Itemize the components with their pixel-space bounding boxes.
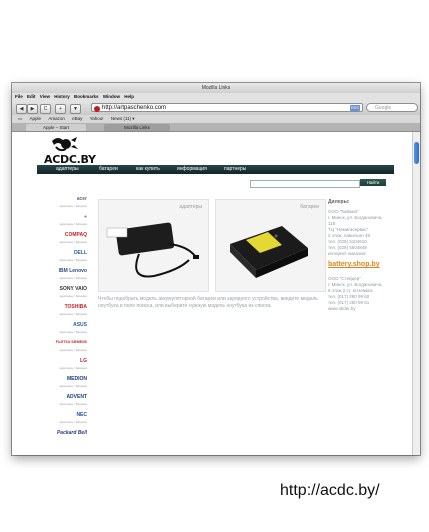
menu-help[interactable]: Help xyxy=(124,94,134,99)
address-text: http://artpaschenko.com xyxy=(102,105,167,111)
site-search-input[interactable] xyxy=(250,180,360,188)
dealers-panel: Дилеры: ООО "Кайамп" г. Минск, ул. Богда… xyxy=(328,199,392,312)
tab-mozilla-links[interactable]: Mozilla Links xyxy=(104,124,170,131)
brand-medion[interactable]: MEDION адаптеры \ батареи xyxy=(37,374,89,392)
card-title: батареи xyxy=(300,204,319,210)
brand-list: acer адаптеры \ батареи ● адаптеры \ батар… xyxy=(37,194,89,446)
tab-apple-start[interactable]: Apple – Start xyxy=(26,124,86,131)
nav-batteries[interactable]: батареи xyxy=(99,165,118,174)
brand-packard-bell[interactable]: Packard Bell xyxy=(37,428,89,446)
rss-icon[interactable]: RSS xyxy=(350,105,360,111)
brand-ibm-lenovo[interactable]: IBM Lenovo адаптеры \ батареи xyxy=(37,266,89,284)
bookmarks-book-icon[interactable]: ▭ xyxy=(18,116,22,121)
back-button[interactable]: ◀ xyxy=(16,104,27,114)
forward-button[interactable]: ▶ xyxy=(27,104,38,114)
dealer-link[interactable]: www.stider.by xyxy=(328,306,392,312)
nav-partners[interactable]: партнеры xyxy=(224,165,246,174)
browser-window: Mozilla Links File Edit View History Boo… xyxy=(12,83,420,455)
menu-bar: File Edit View History Bookmarks Window … xyxy=(12,93,420,101)
brand-nec[interactable]: NEC адаптеры \ батареи xyxy=(37,410,89,428)
bookmark-news[interactable]: News (11) ▾ xyxy=(111,116,135,121)
reload-button[interactable]: C xyxy=(40,104,51,114)
brand-sony-vaio[interactable]: SONY VAIO адаптеры \ батареи xyxy=(37,284,89,302)
menu-file[interactable]: File xyxy=(15,94,23,99)
search-hint-text: Чтобы подобрать модель аккумуляторной ба… xyxy=(98,296,318,309)
bookmark-yahoo[interactable]: Yahoo! xyxy=(90,116,104,121)
power-adapter-image xyxy=(106,222,199,278)
bookmark-ebay[interactable]: eBay xyxy=(72,116,82,121)
dealer-line: интернет-магазин: xyxy=(328,251,367,256)
brand-advent[interactable]: ADVENT адаптеры \ батареи xyxy=(37,392,89,410)
scrollbar-thumb[interactable] xyxy=(414,142,419,164)
menu-history[interactable]: History xyxy=(54,94,70,99)
vertical-scrollbar[interactable] xyxy=(412,132,420,455)
brand-apple[interactable]: ● адаптеры \ батареи xyxy=(37,212,89,230)
address-bar[interactable]: http://artpaschenko.com RSS xyxy=(91,103,363,112)
nav-how-to-buy[interactable]: как купить xyxy=(136,165,160,174)
nav-adapters[interactable]: адаптеры xyxy=(56,165,79,174)
battery-image xyxy=(230,226,308,278)
tab-bar: Apple – Start Mozilla Links xyxy=(12,123,420,132)
menu-view[interactable]: View xyxy=(40,94,50,99)
nav-info[interactable]: информация xyxy=(177,165,207,174)
adapters-card[interactable]: адаптеры xyxy=(98,199,209,292)
dealers-heading: Дилеры: xyxy=(328,199,350,205)
card-title: адаптеры xyxy=(179,204,202,210)
brand-lg[interactable]: LG адаптеры \ батареи xyxy=(37,356,89,374)
add-bookmark-button[interactable]: + xyxy=(55,104,66,114)
brand-compaq[interactable]: COMPAQ адаптеры \ батареи xyxy=(37,230,89,248)
web-search-input[interactable]: Google xyxy=(366,103,418,112)
download-button[interactable]: ▼ xyxy=(70,104,81,114)
shop-link[interactable]: battery.shop.by xyxy=(328,260,392,269)
batteries-card[interactable]: батареи xyxy=(215,199,326,292)
menu-bookmarks[interactable]: Bookmarks xyxy=(74,94,99,99)
menu-window[interactable]: Window xyxy=(103,94,120,99)
site-nav: адаптеры батареи как купить информация п… xyxy=(37,165,394,174)
site-favicon-icon xyxy=(94,105,100,112)
brand-asus[interactable]: ASUS адаптеры \ батареи xyxy=(37,320,89,338)
brand-toshiba[interactable]: TOSHIBA адаптеры \ батареи xyxy=(37,302,89,320)
site-search-button[interactable]: Найти xyxy=(360,179,386,186)
bookmark-amazon[interactable]: Amazon xyxy=(48,116,65,121)
bookmarks-bar: ▭ Apple Amazon eBay Yahoo! News (11) ▾ xyxy=(12,115,420,123)
apple-logo-icon: ● xyxy=(83,214,87,220)
bookmark-apple[interactable]: Apple xyxy=(30,116,42,121)
menu-edit[interactable]: Edit xyxy=(27,94,36,99)
brand-dell[interactable]: DELL адаптеры \ батареи xyxy=(37,248,89,266)
web-page: ACDC.BY адаптеры батареи как купить инфо… xyxy=(12,132,412,455)
brand-acer[interactable]: acer адаптеры \ батареи xyxy=(37,194,89,212)
navigation-toolbar: ◀ ▶ C + ▼ http://artpaschenko.com RSS Go… xyxy=(12,101,420,115)
brand-fujitsu-siemens[interactable]: FUJITSU SIEMENS адаптеры \ батареи xyxy=(37,338,89,356)
site-url-caption: http://acdc.by/ xyxy=(280,482,380,499)
